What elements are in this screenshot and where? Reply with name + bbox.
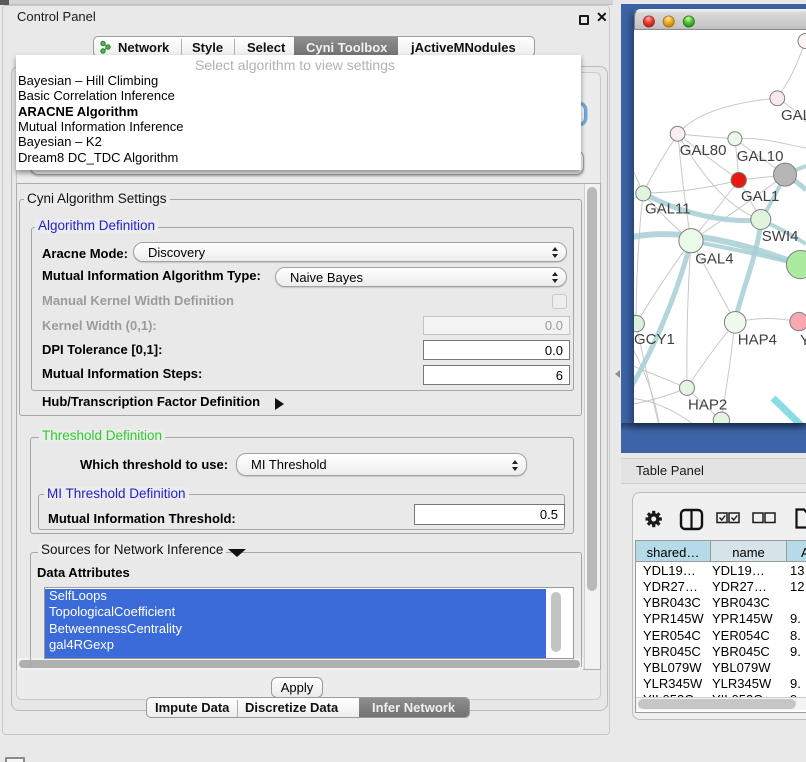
svg-text:HAP2: HAP2 [688,397,727,414]
svg-text:GAL80: GAL80 [680,142,727,159]
svg-text:GCY1: GCY1 [634,331,675,348]
svg-text:GAL1: GAL1 [741,188,779,205]
svg-text:GAL: GAL [781,107,806,124]
svg-text:GAL10: GAL10 [737,148,784,165]
svg-text:GAL4: GAL4 [695,251,733,268]
svg-text:SWI4: SWI4 [762,228,799,245]
svg-text:GAL11: GAL11 [645,201,691,218]
svg-text:HAP4: HAP4 [738,332,777,349]
svg-text:Y: Y [800,332,806,349]
